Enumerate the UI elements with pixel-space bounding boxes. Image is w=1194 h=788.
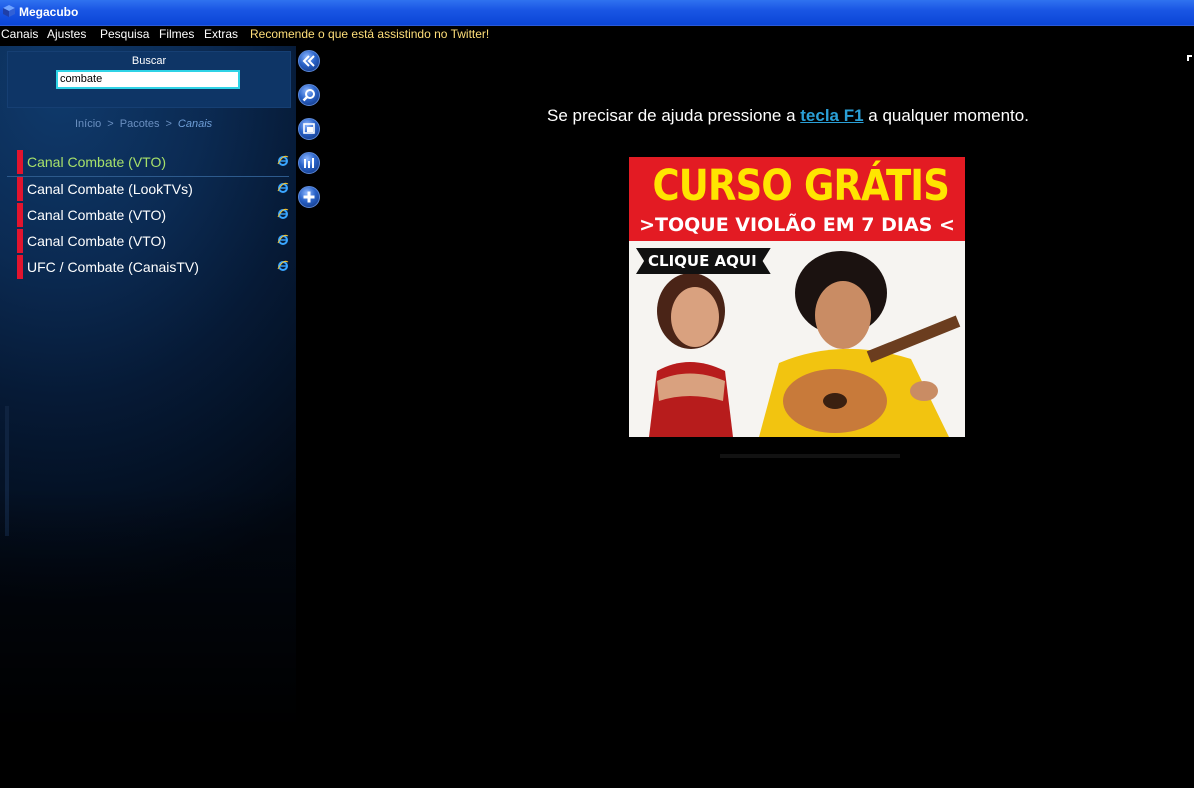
- corner-handle[interactable]: [1187, 55, 1192, 61]
- channel-marker: [17, 177, 23, 201]
- search-icon: [302, 89, 315, 102]
- channel-item[interactable]: UFC / Combate (CanaisTV): [7, 255, 289, 281]
- channel-item[interactable]: Canal Combate (VTO): [7, 229, 289, 255]
- channel-marker: [17, 255, 23, 279]
- ad-header: CURSO GRÁTIS >TOQUE VIOLÃO EM 7 DIAS <: [629, 157, 965, 241]
- breadcrumb: Início > Pacotes > Canais: [75, 118, 212, 130]
- internet-explorer-icon[interactable]: [277, 208, 289, 220]
- watermark-logo-icon: [5, 406, 9, 536]
- megacubo-logo-icon: [3, 5, 15, 17]
- internet-explorer-icon[interactable]: [277, 260, 289, 272]
- help-suffix: a qualquer momento.: [863, 106, 1029, 125]
- channel-marker: [17, 150, 23, 174]
- internet-explorer-icon[interactable]: [277, 182, 289, 194]
- help-message: Se precisar de ajuda pressione a tecla F…: [547, 106, 1029, 126]
- help-prefix: Se precisar de ajuda pressione a: [547, 106, 801, 125]
- menu-filmes[interactable]: Filmes: [159, 27, 194, 41]
- ad-reflection: [720, 446, 900, 463]
- channel-marker: [17, 203, 23, 227]
- channel-list: Canal Combate (VTO) Canal Combate (LookT…: [7, 150, 289, 281]
- add-button[interactable]: [298, 186, 320, 208]
- search-label: Buscar: [131, 55, 167, 67]
- breadcrumb-current: Canais: [177, 118, 213, 130]
- channel-label: Canal Combate (VTO): [27, 207, 167, 223]
- channel-item[interactable]: Canal Combate (VTO): [7, 150, 289, 177]
- channel-label: Canal Combate (VTO): [27, 154, 167, 170]
- ad-cta-button[interactable]: CLIQUE AQUI: [636, 248, 771, 274]
- channel-label: Canal Combate (LookTVs): [27, 181, 193, 197]
- search-input[interactable]: [56, 70, 240, 89]
- double-chevron-left-icon: [302, 55, 315, 67]
- channel-label: UFC / Combate (CanaisTV): [27, 259, 199, 275]
- sidebar: Buscar Início > Pacotes > Canais Canal Comba…: [0, 46, 296, 788]
- window-title: Megacubo: [19, 5, 79, 19]
- menu-ajustes[interactable]: Ajustes: [47, 27, 86, 41]
- reflection-shape: [720, 454, 900, 458]
- search-panel: Buscar: [7, 51, 291, 108]
- internet-explorer-icon[interactable]: [277, 234, 289, 246]
- help-f1-link[interactable]: tecla F1: [800, 106, 863, 125]
- sidebar-watermark: [2, 406, 12, 536]
- breadcrumb-separator: >: [107, 118, 114, 130]
- channel-item[interactable]: Canal Combate (LookTVs): [7, 177, 289, 203]
- search-button[interactable]: [298, 84, 320, 106]
- equalizer-button[interactable]: [298, 152, 320, 174]
- back-button[interactable]: [298, 50, 320, 72]
- title-bar[interactable]: Megacubo: [0, 0, 1194, 26]
- menu-bar: Canais Ajustes Pesquisa Filmes Extras Re…: [0, 26, 1194, 44]
- equalizer-icon: [304, 158, 314, 168]
- menu-canais[interactable]: Canais: [1, 27, 38, 41]
- channel-item[interactable]: Canal Combate (VTO): [7, 203, 289, 229]
- breadcrumb-pacotes[interactable]: Pacotes: [120, 118, 160, 130]
- breadcrumb-inicio[interactable]: Início: [75, 118, 101, 130]
- internet-explorer-icon[interactable]: [277, 155, 289, 167]
- channel-marker: [17, 229, 23, 253]
- breadcrumb-separator: >: [165, 118, 172, 130]
- menu-twitter-recommend[interactable]: Recomende o que está assistindo no Twitt…: [250, 27, 489, 41]
- menu-extras[interactable]: Extras: [204, 27, 238, 41]
- menu-pesquisa[interactable]: Pesquisa: [100, 27, 149, 41]
- ad-headline: CURSO GRÁTIS: [652, 161, 950, 211]
- window-icon: [303, 123, 315, 134]
- channel-label: Canal Combate (VTO): [27, 233, 167, 249]
- ad-subline: >TOQUE VIOLÃO EM 7 DIAS <: [639, 214, 955, 236]
- plus-icon: [303, 191, 315, 203]
- window-mode-button[interactable]: [298, 118, 320, 140]
- ad-banner[interactable]: CURSO GRÁTIS >TOQUE VIOLÃO EM 7 DIAS < C…: [629, 157, 965, 437]
